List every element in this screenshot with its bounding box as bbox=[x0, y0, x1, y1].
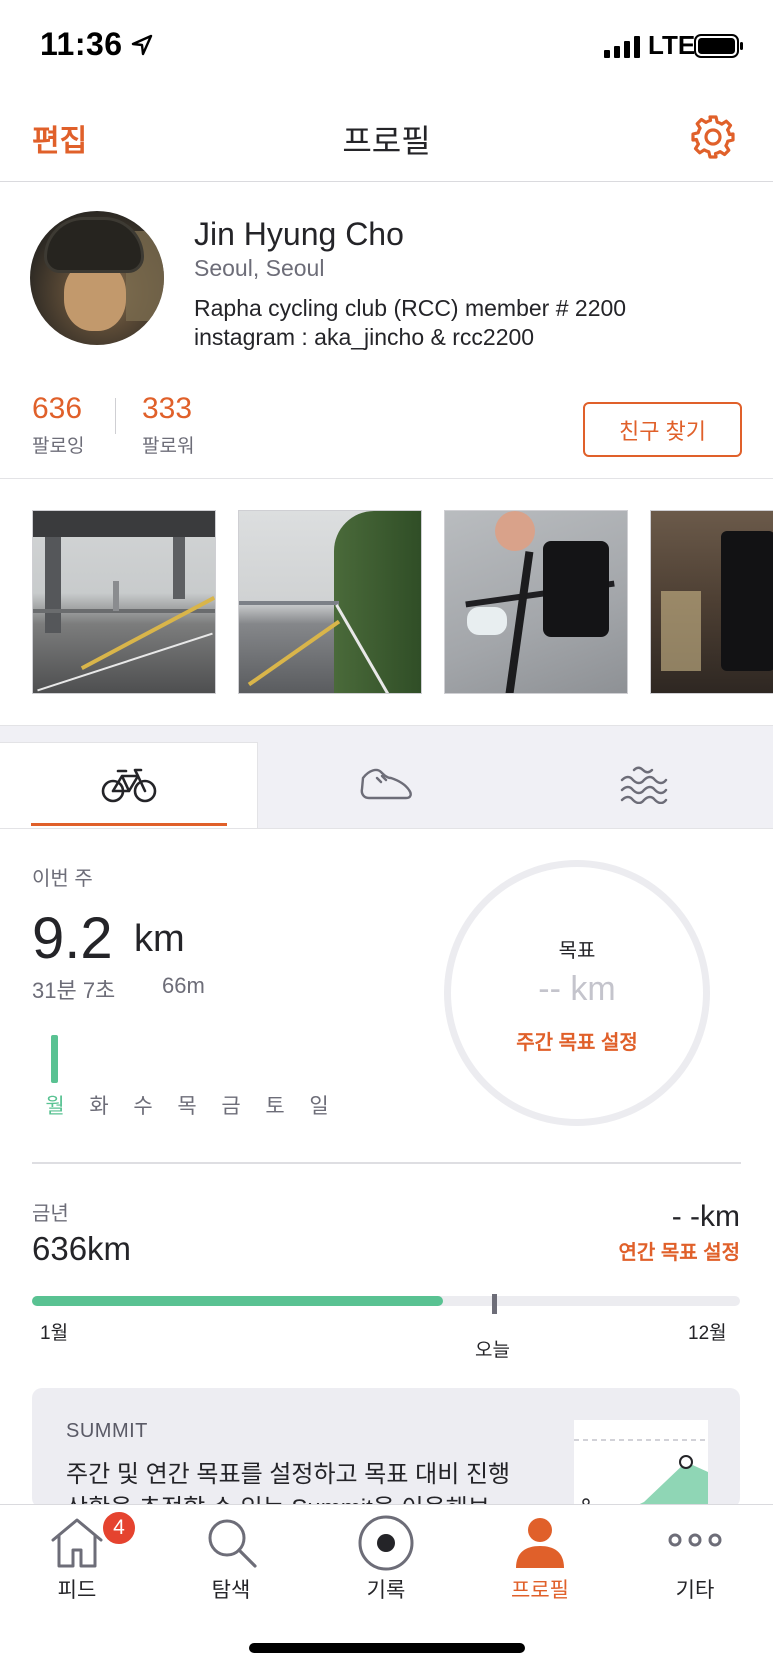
signal-icon bbox=[604, 36, 640, 58]
weekday-label: 일 bbox=[309, 1095, 329, 1118]
battery-icon bbox=[694, 34, 743, 58]
following-label[interactable]: 팔로잉 bbox=[32, 431, 84, 458]
summit-title: SUMMIT bbox=[66, 1420, 148, 1442]
week-label: 이번 주 bbox=[32, 868, 93, 890]
profile-icon bbox=[516, 1518, 564, 1568]
followers-count[interactable]: 333 bbox=[142, 392, 192, 426]
photo-thumbnail[interactable] bbox=[650, 510, 773, 694]
gear-icon[interactable] bbox=[690, 114, 736, 160]
photo-thumbnail[interactable] bbox=[444, 510, 628, 694]
year-label: 금년 bbox=[32, 1203, 69, 1225]
weekday-label: 월 bbox=[45, 1095, 65, 1118]
year-start-label: 1월 bbox=[40, 1323, 69, 1344]
week-distance-unit: km bbox=[134, 918, 185, 960]
week-elevation: 66m bbox=[162, 973, 205, 998]
weekday-label: 금 bbox=[221, 1095, 241, 1118]
year-end-label: 12월 bbox=[688, 1323, 727, 1344]
home-indicator bbox=[249, 1643, 525, 1653]
tabbar-item-more[interactable]: 기타 bbox=[618, 1514, 772, 1624]
today-label: 오늘 bbox=[475, 1340, 510, 1361]
tabbar-item-explore[interactable]: 탐색 bbox=[154, 1514, 308, 1624]
tab-run[interactable] bbox=[258, 742, 515, 829]
notification-badge: 4 bbox=[101, 1510, 137, 1546]
profile-bio-line: Rapha cycling club (RCC) member # 2200 bbox=[194, 295, 627, 321]
year-goal-value: - -km bbox=[671, 1200, 740, 1233]
shoe-icon bbox=[360, 768, 412, 800]
year-distance: 636km bbox=[32, 1230, 132, 1267]
tabbar-item-profile[interactable]: 프로필 bbox=[463, 1514, 617, 1624]
record-icon bbox=[358, 1515, 414, 1571]
set-weekly-goal-link[interactable]: 주간 목표 설정 bbox=[444, 1026, 710, 1055]
find-friends-button[interactable]: 친구 찾기 bbox=[583, 402, 742, 457]
weekday-label: 수 bbox=[133, 1095, 153, 1118]
tab-swim[interactable] bbox=[515, 742, 773, 829]
section-divider bbox=[32, 1162, 741, 1164]
goal-value: -- km bbox=[538, 970, 616, 1008]
network-label: LTE bbox=[648, 30, 696, 60]
photo-thumbnail[interactable] bbox=[32, 510, 216, 694]
followers-label[interactable]: 팔로워 bbox=[142, 431, 194, 458]
week-time: 31분 7초 bbox=[32, 978, 116, 1003]
weekday-label: 화 bbox=[89, 1095, 109, 1118]
year-progress-fill bbox=[32, 1296, 443, 1306]
nav-divider bbox=[0, 181, 773, 182]
summit-text: 주간 및 연간 목표를 설정하고 목표 대비 진행 bbox=[66, 1461, 511, 1488]
tabbar-label: 기타 bbox=[675, 1579, 715, 1602]
stats-divider bbox=[115, 398, 116, 434]
home-icon bbox=[51, 1518, 103, 1568]
goal-label: 목표 bbox=[558, 940, 596, 962]
profile-location: Seoul, Seoul bbox=[194, 255, 325, 281]
following-count[interactable]: 636 bbox=[32, 392, 82, 426]
tabbar-label: 기록 bbox=[366, 1579, 406, 1602]
profile-name: Jin Hyung Cho bbox=[194, 216, 404, 252]
today-marker bbox=[492, 1294, 497, 1314]
photo-thumbnail[interactable] bbox=[238, 510, 422, 694]
status-time: 11:36 bbox=[40, 26, 123, 62]
tab-ride[interactable] bbox=[0, 742, 258, 829]
tabbar-label: 탐색 bbox=[211, 1579, 251, 1602]
tabs-divider bbox=[0, 828, 773, 829]
tabbar-item-record[interactable]: 기록 bbox=[309, 1514, 463, 1624]
waves-icon bbox=[620, 766, 668, 804]
week-distance: 9.2 bbox=[32, 906, 113, 971]
tabbar-label: 프로필 bbox=[511, 1579, 569, 1602]
weekday-label: 목 bbox=[177, 1095, 197, 1118]
page-title: 프로필 bbox=[342, 123, 431, 159]
section-divider bbox=[0, 478, 773, 479]
more-icon bbox=[668, 1533, 722, 1547]
search-icon bbox=[208, 1519, 257, 1568]
day-activity-bar bbox=[51, 1035, 58, 1083]
weekday-label: 토 bbox=[265, 1095, 285, 1118]
tabbar-label: 피드 bbox=[57, 1579, 97, 1602]
active-tab-indicator bbox=[31, 823, 227, 826]
profile-bio-line: instagram : aka_jincho & rcc2200 bbox=[194, 324, 535, 350]
set-yearly-goal-link[interactable]: 연간 목표 설정 bbox=[520, 1236, 740, 1265]
bike-icon bbox=[101, 768, 156, 803]
location-arrow-icon bbox=[131, 34, 153, 56]
avatar[interactable] bbox=[30, 211, 164, 345]
